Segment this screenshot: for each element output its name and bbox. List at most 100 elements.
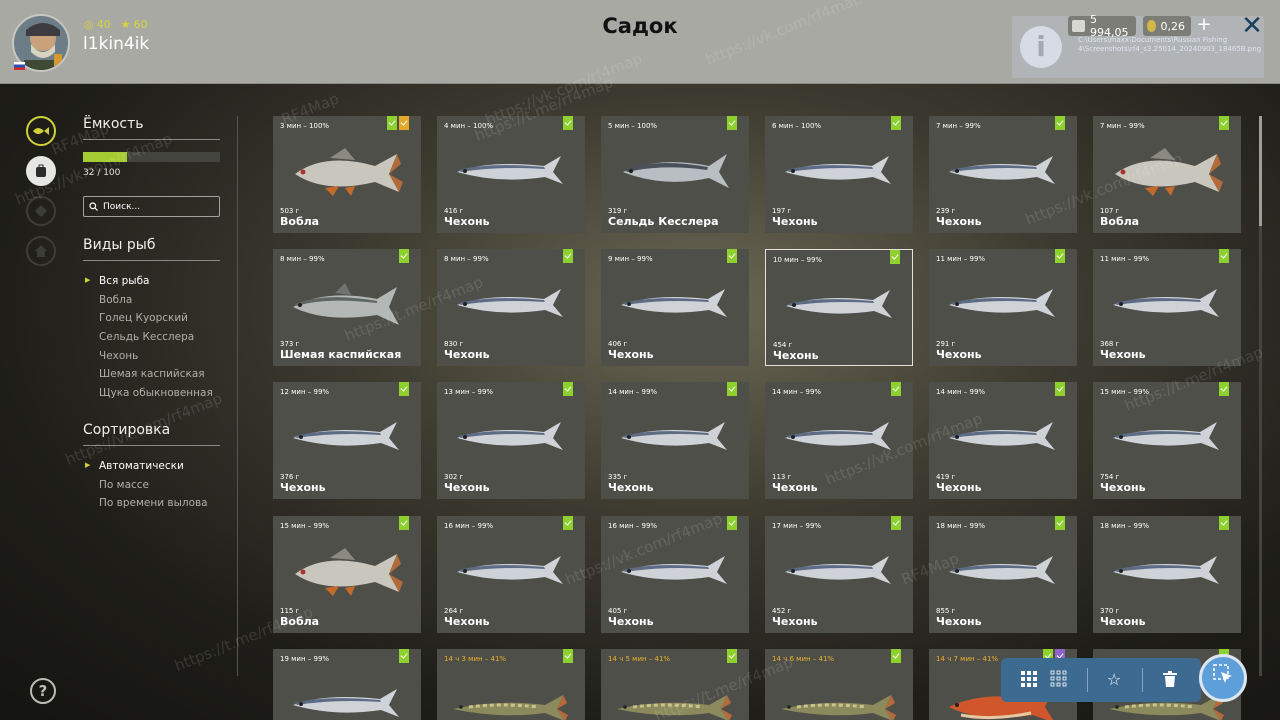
fish-weight: 302 г	[444, 473, 464, 481]
catch-time: 7 мин – 99%	[1100, 122, 1145, 130]
fish-weight: 419 г	[936, 473, 956, 481]
trash-icon[interactable]	[1160, 670, 1180, 690]
fish-card[interactable]: 8 мин – 99% 830 г Чехонь	[437, 249, 585, 366]
checkmark-bookmark-icon	[727, 649, 737, 663]
catch-time: 14 мин – 99%	[936, 388, 986, 396]
search-input[interactable]: Поиск...	[83, 196, 220, 217]
checkmark-bookmark-icon	[563, 516, 573, 530]
fish-weight: 406 г	[608, 340, 628, 348]
species-filter-item[interactable]: Чехонь	[83, 350, 223, 369]
fish-card[interactable]: 14 ч 3 мин – 41%	[437, 649, 585, 720]
fish-card[interactable]: 6 мин – 100% 197 г Чехонь	[765, 116, 913, 233]
species-filter-item[interactable]: Вся рыба	[83, 275, 223, 294]
catch-time: 11 мин – 99%	[936, 255, 986, 263]
fish-name: Чехонь	[773, 349, 819, 362]
fish-card[interactable]: 17 мин – 99% 452 г Чехонь	[765, 516, 913, 633]
species-filter-item[interactable]: Вобла	[83, 294, 223, 313]
fish-name: Чехонь	[608, 615, 654, 628]
banknote-icon	[1072, 20, 1086, 32]
filter-panel: Ёмкость 32 / 100 Поиск... Виды рыб Вся р…	[83, 116, 223, 516]
select-mode-button[interactable]	[1199, 654, 1247, 702]
fish-weight: 368 г	[1100, 340, 1120, 348]
fish-card[interactable]: 19 мин – 99%	[273, 649, 421, 720]
species-title: Виды рыб	[83, 237, 220, 261]
fish-weight: 239 г	[936, 207, 956, 215]
chehon-fish-icon	[949, 556, 1055, 584]
home-icon[interactable]	[26, 236, 56, 266]
fish-card[interactable]: 18 мин – 99% 370 г Чехонь	[1093, 516, 1241, 633]
catch-time: 9 мин – 99%	[608, 255, 653, 263]
help-button[interactable]: ?	[30, 678, 56, 704]
checkmark-bookmark-icon	[1055, 249, 1065, 263]
cursor-icon	[1213, 664, 1232, 683]
species-filter-item[interactable]: Голец Куорский	[83, 312, 223, 331]
search-icon	[89, 202, 98, 211]
fish-weight: 319 г	[608, 207, 628, 215]
fish-weight: 376 г	[280, 473, 300, 481]
fish-name: Шемая каспийская	[280, 348, 402, 361]
catch-time: 5 мин – 100%	[608, 122, 658, 130]
fish-card[interactable]: 13 мин – 99% 302 г Чехонь	[437, 382, 585, 499]
checkmark-bookmark-icon	[1219, 116, 1229, 130]
fish-card[interactable]: 4 мин – 100% 416 г Чехонь	[437, 116, 585, 233]
fish-card[interactable]: 11 мин – 99% 368 г Чехонь	[1093, 249, 1241, 366]
add-gold-button[interactable]: +	[1194, 16, 1214, 36]
fish-name: Чехонь	[444, 215, 490, 228]
toolbar-separator	[1142, 668, 1143, 692]
pike-fish-icon	[453, 695, 568, 720]
fish-card[interactable]: 18 мин – 99% 855 г Чехонь	[929, 516, 1077, 633]
fish-name: Вобла	[280, 215, 320, 228]
checkmark-bookmark-icon	[1055, 116, 1065, 130]
sort-option[interactable]: По массе	[83, 479, 223, 498]
catch-time: 19 мин – 99%	[280, 655, 330, 663]
checkmark-bookmark-icon	[891, 516, 901, 530]
checkmark-bookmark-icon	[727, 516, 737, 530]
fish-card[interactable]: 10 мин – 99% 454 г Чехонь	[765, 249, 913, 366]
chehon-fish-icon	[621, 289, 727, 317]
vobla-fish-icon	[295, 548, 403, 596]
fish-card[interactable]: 11 мин – 99% 291 г Чехонь	[929, 249, 1077, 366]
fish-name: Чехонь	[936, 481, 982, 494]
fish-name: Чехонь	[772, 481, 818, 494]
fish-card[interactable]: 3 мин – 100% 503 г Вобла	[273, 116, 421, 233]
fish-card[interactable]: 5 мин – 100% 319 г Сельдь Кесслера	[601, 116, 749, 233]
chehon-fish-icon	[293, 689, 399, 717]
species-filter-item[interactable]: Сельдь Кесслера	[83, 331, 223, 350]
checkmark-bookmark-icon	[563, 249, 573, 263]
screenshot-notification[interactable]: i C:\Users\maxx\Documents\Russian Fishin…	[1012, 16, 1264, 78]
catch-time: 14 ч 7 мин – 41%	[936, 655, 999, 663]
species-filter-item[interactable]: Шемая каспийская	[83, 368, 223, 387]
fish-card[interactable]: 12 мин – 99% 376 г Чехонь	[273, 382, 421, 499]
fish-card[interactable]: 15 мин – 99% 754 г Чехонь	[1093, 382, 1241, 499]
gold-coin-icon	[1147, 20, 1156, 32]
fish-card[interactable]: 14 мин – 99% 419 г Чехонь	[929, 382, 1077, 499]
panel-divider	[237, 116, 238, 676]
info-icon: i	[1020, 26, 1062, 68]
fish-weight: 416 г	[444, 207, 464, 215]
fish-weight: 452 г	[772, 607, 792, 615]
fish-card[interactable]: 14 мин – 99% 335 г Чехонь	[601, 382, 749, 499]
fish-card[interactable]: 9 мин – 99% 406 г Чехонь	[601, 249, 749, 366]
russia-flag-icon	[14, 62, 25, 70]
sort-option[interactable]: По времени вылова	[83, 497, 223, 516]
checkmark-bookmark-icon	[1219, 382, 1229, 396]
chehon-fish-icon	[786, 290, 892, 318]
fish-name: Чехонь	[444, 615, 490, 628]
checkmark-bookmark-icon	[891, 116, 901, 130]
seld-fish-icon	[623, 154, 729, 188]
large-grid-view-icon[interactable]	[1019, 670, 1039, 690]
scrollbar-thumb[interactable]	[1259, 116, 1262, 226]
checkmark-bookmark-icon	[890, 250, 900, 264]
sort-option[interactable]: Автоматически	[83, 460, 223, 479]
chehon-fish-icon	[293, 422, 399, 450]
fish-name: Чехонь	[772, 615, 818, 628]
catch-time: 16 мин – 99%	[608, 522, 658, 530]
favorite-star-icon[interactable]: ☆	[1104, 670, 1124, 690]
fish-name: Чехонь	[608, 481, 654, 494]
gold-balance: 0,26	[1143, 16, 1191, 36]
small-grid-view-icon[interactable]	[1049, 670, 1069, 690]
chehon-fish-icon	[949, 289, 1055, 317]
close-button[interactable]: ✕	[1240, 12, 1264, 40]
scrollbar[interactable]	[1259, 116, 1262, 676]
catch-time: 14 ч 3 мин – 41%	[444, 655, 507, 663]
